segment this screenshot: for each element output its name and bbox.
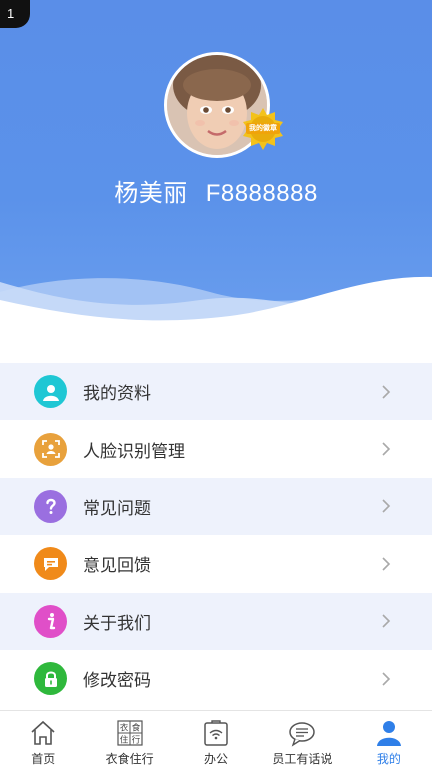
speech-bubble-icon: [289, 722, 316, 747]
tab-home[interactable]: 首页: [0, 711, 86, 768]
chevron-right-icon: [382, 614, 391, 628]
badge-medal-icon[interactable]: 我的徽章: [240, 106, 286, 152]
status-badge: 1: [0, 0, 30, 28]
lifestyle-char-3: 住: [119, 735, 128, 746]
office-wifi-icon: [204, 720, 228, 746]
menu-item-about-us[interactable]: 关于我们: [0, 592, 432, 650]
medal-label: 我的徽章: [249, 125, 277, 132]
bottom-tab-bar: 首页 衣 食 住 行 衣食住行 办公 员工有话说 我的: [0, 710, 432, 768]
tab-label: 办公: [204, 752, 229, 766]
lifestyle-grid-icon: 衣 食 住 行: [117, 720, 143, 746]
menu-item-label: 意见回馈: [83, 556, 151, 576]
menu-item-label: 我的资料: [83, 384, 151, 404]
tab-lifestyle[interactable]: 衣 食 住 行 衣食住行: [86, 711, 172, 768]
settings-menu: 我的资料 人脸识别管理 常见问题 意见回馈 关于我们 修改密码: [0, 363, 432, 707]
info-icon: [34, 604, 67, 638]
menu-item-label: 人脸识别管理: [83, 441, 185, 461]
avatar-container[interactable]: 我的徽章: [164, 52, 283, 158]
profile-header: 1 我的徽章 杨美丽 F8888888: [0, 0, 432, 330]
lifestyle-char-1: 衣: [119, 723, 128, 734]
tab-label: 我的: [376, 752, 401, 766]
profile-screen: 1 我的徽章 杨美丽 F8888888 我的资料 人脸识别管理 常见问题 意见回…: [0, 0, 432, 768]
tab-office[interactable]: 办公: [173, 711, 259, 768]
tab-employee-voice[interactable]: 员工有话说: [259, 711, 345, 768]
lock-icon: [34, 662, 67, 696]
menu-item-change-password[interactable]: 修改密码: [0, 650, 432, 707]
chevron-right-icon: [382, 557, 391, 571]
user-name-line: 杨美丽 F8888888: [0, 173, 432, 208]
tab-label: 衣食住行: [105, 752, 154, 766]
chevron-right-icon: [382, 442, 391, 456]
menu-item-label: 常见问题: [83, 498, 151, 518]
user-name: 杨美丽: [114, 180, 188, 207]
menu-item-feedback[interactable]: 意见回馈: [0, 535, 432, 592]
menu-item-face-recognition[interactable]: 人脸识别管理: [0, 420, 432, 477]
chevron-right-icon: [382, 672, 391, 686]
lifestyle-char-2: 食: [131, 723, 140, 734]
home-icon: [31, 720, 55, 745]
menu-item-label: 关于我们: [83, 613, 151, 633]
lifestyle-char-4: 行: [131, 735, 140, 746]
tab-label: 员工有话说: [272, 752, 333, 766]
face-scan-icon: [34, 432, 67, 466]
chat-icon: [34, 547, 67, 581]
chevron-right-icon: [382, 385, 391, 399]
tab-label: 首页: [31, 752, 56, 766]
question-icon: [34, 489, 67, 523]
header-wave-decoration: [0, 276, 432, 330]
menu-item-label: 修改密码: [83, 671, 151, 691]
tab-mine[interactable]: 我的: [346, 711, 432, 768]
menu-item-faq[interactable]: 常见问题: [0, 477, 432, 536]
chevron-right-icon: [382, 499, 391, 514]
user-icon: [34, 375, 67, 409]
menu-item-my-profile[interactable]: 我的资料: [0, 363, 432, 421]
person-icon: [376, 721, 401, 746]
employee-id: F8888888: [205, 180, 318, 207]
